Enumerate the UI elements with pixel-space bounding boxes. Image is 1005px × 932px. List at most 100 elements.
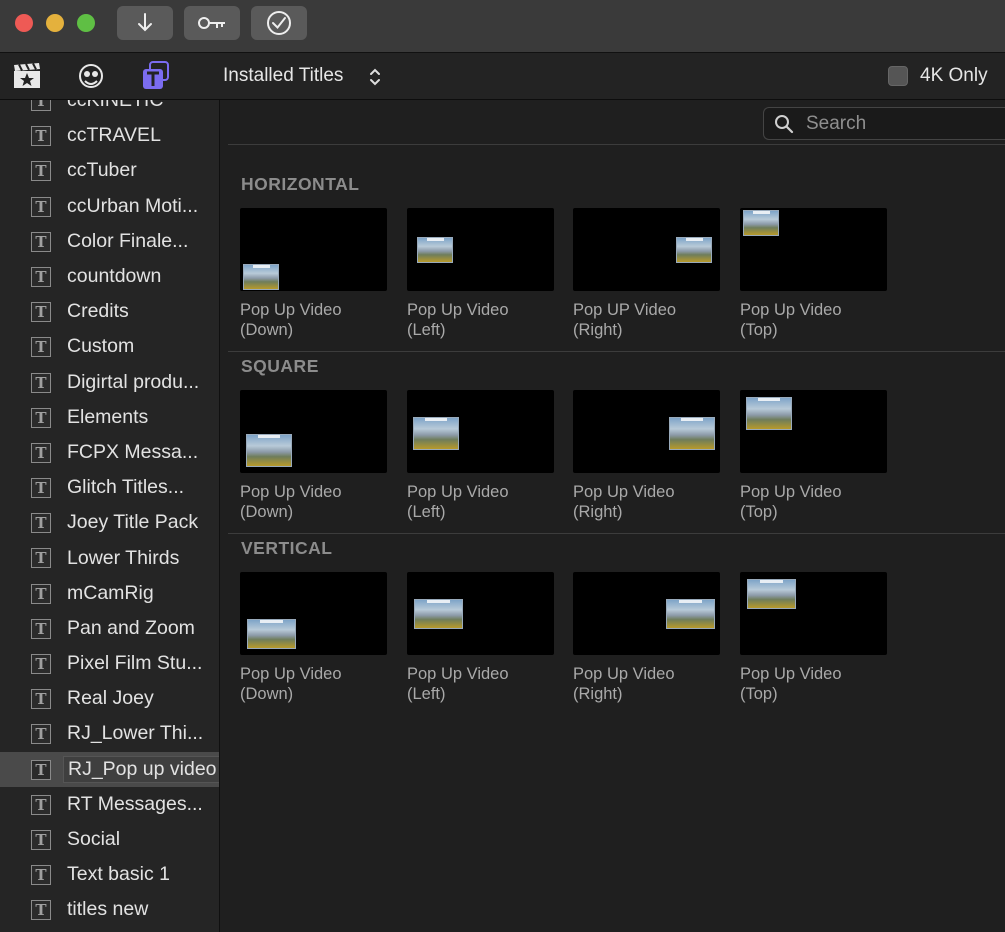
sidebar-item[interactable]: T RT Messages... <box>0 787 219 822</box>
title-icon: T <box>31 407 51 428</box>
sidebar-item-label: FCPX Messa... <box>67 440 199 463</box>
sidebar-item-label: ccUrban Moti... <box>67 194 199 217</box>
search-field[interactable] <box>763 107 1005 140</box>
title-thumbnail[interactable] <box>740 572 887 655</box>
sidebar-item-label: Digirtal produ... <box>67 370 200 393</box>
sidebar-item[interactable]: T Real Joey <box>0 681 219 716</box>
sidebar-item-label: RJ_Pop up video <box>63 755 219 783</box>
sidebar-item[interactable]: T Elements <box>0 400 219 435</box>
sidebar-item[interactable]: Tcountdown <box>0 259 219 294</box>
titles-browser: HORIZONTALPop Up Video(Down)Pop Up Video… <box>220 100 1005 932</box>
sidebar-item-label: Text basic 1 <box>67 863 170 886</box>
zoom-window-button[interactable] <box>77 14 95 32</box>
title-caption: Pop Up Video (Right) <box>573 482 720 522</box>
sidebar-item-label: countdown <box>67 265 162 288</box>
title-thumbnail[interactable] <box>573 208 720 291</box>
sidebar-item[interactable]: T Color Finale... <box>0 224 219 259</box>
sidebar-item[interactable]: T Credits <box>0 294 219 329</box>
search-input[interactable] <box>804 110 998 138</box>
background-tasks-button[interactable] <box>251 6 307 40</box>
title-thumbnail[interactable] <box>240 390 387 473</box>
four-k-checkbox[interactable] <box>888 66 908 86</box>
sidebar-item[interactable]: T Social <box>0 822 219 857</box>
title-caption-line1: Pop Up Video <box>573 665 675 683</box>
title-thumbnail[interactable] <box>407 208 554 291</box>
close-window-button[interactable] <box>15 14 33 32</box>
title-tile[interactable]: Pop Up Video (Right) <box>573 572 720 704</box>
title-tile[interactable]: Pop Up Video (Left) <box>407 572 554 704</box>
title-icon: T <box>31 231 51 252</box>
title-thumbnail[interactable] <box>407 572 554 655</box>
sidebar-item[interactable]: T FCPX Messa... <box>0 435 219 470</box>
title-tile[interactable]: Pop Up Video (Top) <box>740 390 887 522</box>
sidebar-item[interactable]: TmCamRig <box>0 576 219 611</box>
title-thumbnail[interactable] <box>240 572 387 655</box>
sidebar-item[interactable]: T Lower Thirds <box>0 540 219 575</box>
section-title: SQUARE <box>241 356 319 376</box>
title-caption: Pop Up Video (Top) <box>740 664 887 704</box>
title-icon: T <box>31 618 51 639</box>
minimize-window-button[interactable] <box>46 14 64 32</box>
sidebar-item[interactable]: T Pixel Film Stu... <box>0 646 219 681</box>
title-caption-line2: (Down) <box>240 685 294 703</box>
sidebar-item-label: mCamRig <box>67 581 154 604</box>
title-caption: Pop Up Video (Down) <box>240 482 387 522</box>
sidebar-item[interactable]: T Custom <box>0 329 219 364</box>
title-thumbnail[interactable] <box>573 572 720 655</box>
title-tile[interactable]: Pop UP Video (Right) <box>573 208 720 340</box>
title-thumbnail[interactable] <box>240 208 387 291</box>
four-k-only-toggle[interactable]: 4K Only <box>888 65 988 87</box>
sidebar-item[interactable]: T Digirtal produ... <box>0 365 219 400</box>
title-tile[interactable]: Pop Up Video (Left) <box>407 208 554 340</box>
title-thumbnail[interactable] <box>740 208 887 291</box>
title-caption-line2: (Down) <box>240 503 294 521</box>
title-tile[interactable]: Pop Up Video (Top) <box>740 572 887 704</box>
title-icon: T <box>31 478 51 499</box>
photos-audio-icon[interactable] <box>76 61 106 91</box>
title-caption-line2: (Right) <box>573 321 623 339</box>
section-divider <box>228 533 1005 534</box>
title-icon: T <box>31 161 51 182</box>
landscape-preview-image <box>666 599 715 629</box>
title-caption: Pop Up Video (Left) <box>407 664 554 704</box>
title-caption-line1: Pop Up Video <box>240 665 342 683</box>
sidebar-item[interactable]: TccTuber <box>0 153 219 188</box>
sidebar-item-label: ccKINETIC <box>67 100 164 112</box>
sidebar-item[interactable]: T RJ_Pop up video <box>0 751 219 787</box>
sidebar-item[interactable]: T Glitch Titles... <box>0 470 219 505</box>
sidebar-item[interactable]: TccTRAVEL <box>0 118 219 153</box>
title-icon: T <box>31 759 51 780</box>
title-tile[interactable]: Pop Up Video (Down) <box>240 572 387 704</box>
title-tile[interactable]: Pop Up Video (Top) <box>740 208 887 340</box>
keywords-button[interactable] <box>184 6 240 40</box>
library-title[interactable]: Installed Titles <box>223 65 343 87</box>
import-button[interactable] <box>117 6 173 40</box>
sidebar-item[interactable]: TccUrban Moti... <box>0 189 219 224</box>
sidebar-item[interactable]: T RJ_Lower Thi... <box>0 716 219 751</box>
title-thumbnail[interactable] <box>407 390 554 473</box>
sidebar-item[interactable]: T Text basic 1 <box>0 857 219 892</box>
landscape-preview-image <box>246 434 292 467</box>
title-tile[interactable]: Pop Up Video (Right) <box>573 390 720 522</box>
title-caption-line1: Pop Up Video <box>573 483 675 501</box>
title-thumbnail[interactable] <box>573 390 720 473</box>
title-icon: T <box>31 689 51 710</box>
sidebar-item-label: Color Finale... <box>67 229 189 252</box>
title-tile[interactable]: Pop Up Video (Left) <box>407 390 554 522</box>
title-caption-line1: Pop Up Video <box>740 483 842 501</box>
landscape-preview-image <box>417 237 453 263</box>
title-caption: Pop Up Video (Left) <box>407 482 554 522</box>
titles-generators-icon[interactable] <box>141 61 171 91</box>
sidebar-item[interactable]: Ttitles new <box>0 892 219 927</box>
title-tile[interactable]: Pop Up Video (Down) <box>240 390 387 522</box>
title-categories-sidebar[interactable]: TccKINETIC TccTRAVEL TccTuber TccUrban Moti… <box>0 100 220 932</box>
chevron-updown-icon[interactable] <box>368 67 382 87</box>
sidebar-item-label: ccTRAVEL <box>67 124 161 147</box>
sidebar-item[interactable]: T Joey Title Pack <box>0 505 219 540</box>
landscape-preview-image <box>743 210 779 236</box>
sidebar-item[interactable]: T Pan and Zoom <box>0 611 219 646</box>
title-thumbnail[interactable] <box>740 390 887 473</box>
title-tile[interactable]: Pop Up Video (Down) <box>240 208 387 340</box>
clapperboard-star-icon[interactable] <box>12 61 42 91</box>
sidebar-item[interactable]: TccKINETIC <box>0 100 219 118</box>
